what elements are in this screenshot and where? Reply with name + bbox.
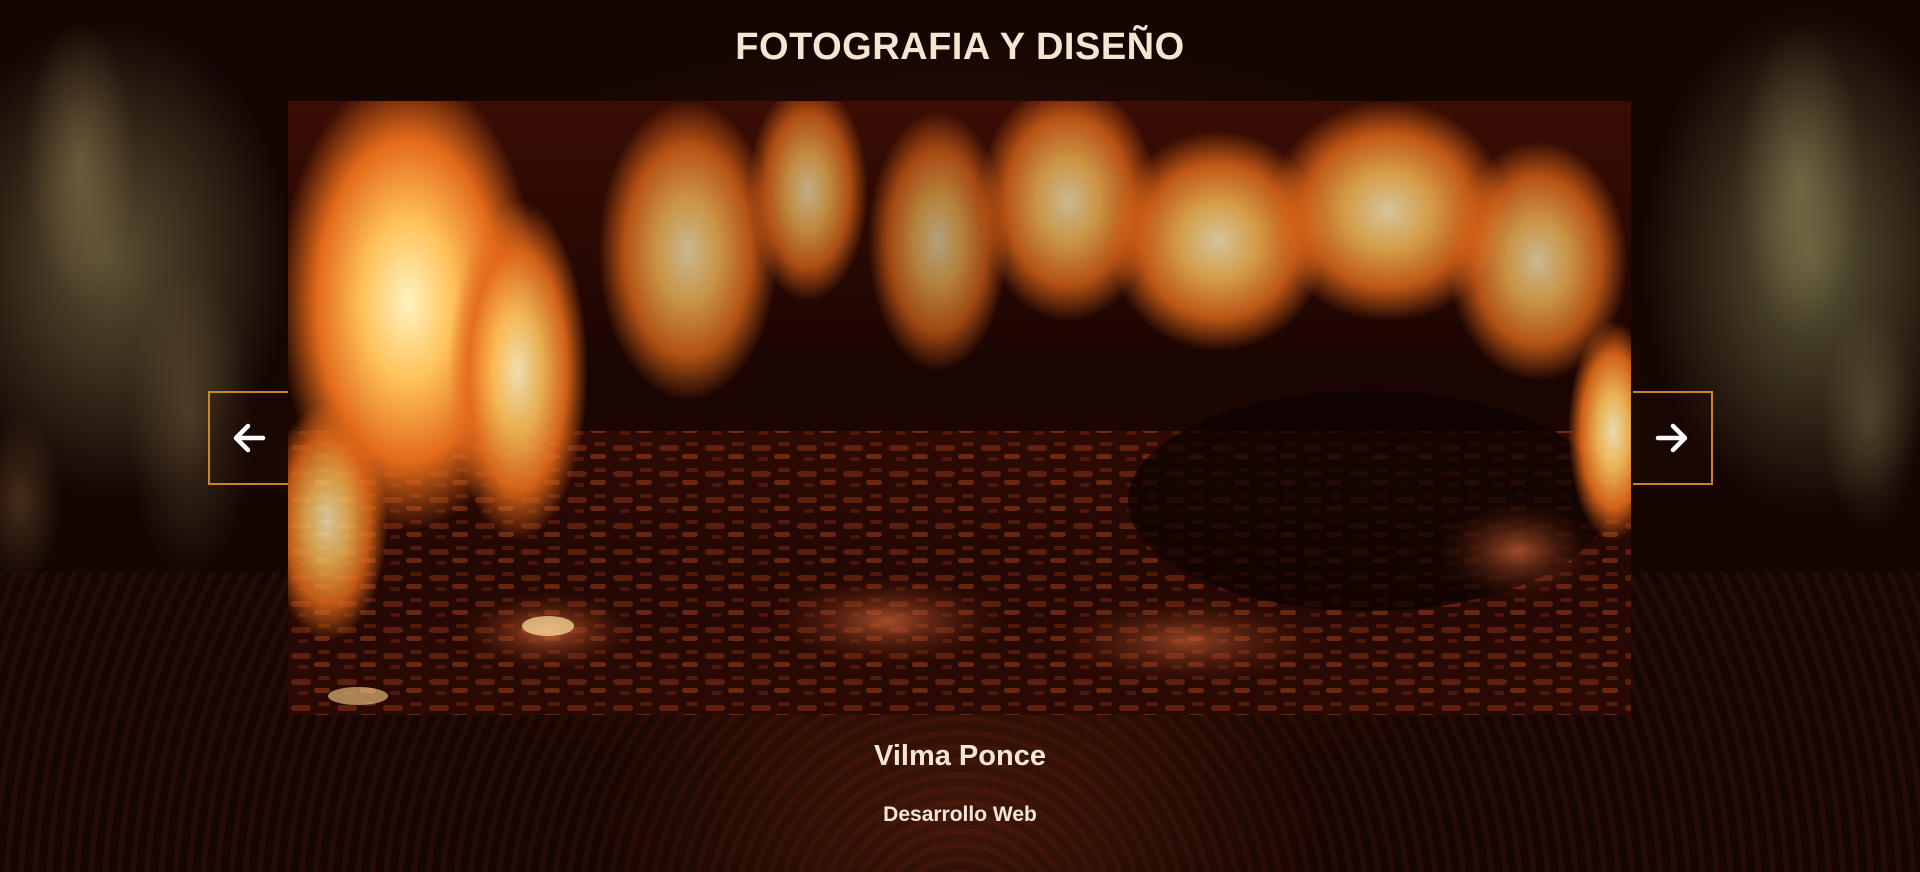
arrow-left-icon — [233, 423, 266, 453]
slider-next-button[interactable] — [1633, 391, 1713, 485]
arrow-right-icon — [1655, 423, 1688, 453]
background-flames-left — [0, 0, 320, 620]
caption-name: Vilma Ponce — [874, 740, 1046, 772]
page-background: FOTOGRAFIA Y DISEÑO Vilma Ponce Desarrol… — [0, 0, 1920, 872]
page-title: FOTOGRAFIA Y DISEÑO — [735, 26, 1185, 68]
background-flames-right — [1630, 0, 1920, 580]
image-slider — [288, 101, 1631, 715]
slider-prev-button[interactable] — [208, 391, 288, 485]
slide-image-fire — [288, 101, 1631, 715]
caption-role: Desarrollo Web — [883, 803, 1037, 826]
